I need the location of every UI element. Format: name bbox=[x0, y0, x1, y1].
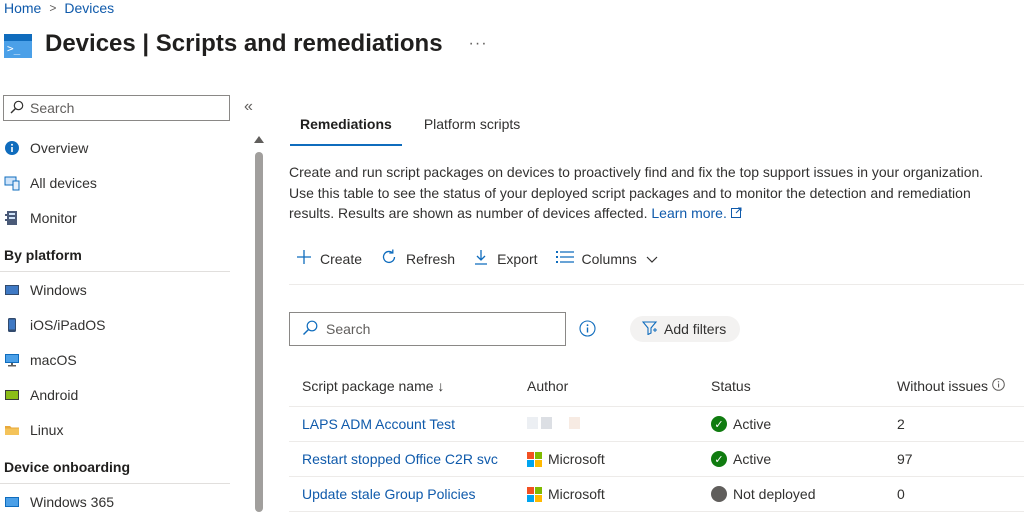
filter-icon bbox=[641, 320, 658, 338]
export-button[interactable]: Export bbox=[473, 249, 538, 268]
breadcrumb: Home > Devices bbox=[4, 0, 114, 16]
script-name-link[interactable]: LAPS ADM Account Test bbox=[289, 416, 527, 432]
sidebar-item-all-devices[interactable]: All devices bbox=[0, 165, 240, 200]
column-header-without-issues[interactable]: Without issues bbox=[895, 378, 1024, 394]
breadcrumb-separator: > bbox=[49, 1, 57, 15]
page-header: >_ Devices | Scripts and remediations ··… bbox=[4, 30, 488, 58]
checkmark-icon: ✓ bbox=[711, 416, 727, 432]
script-name-link[interactable]: Update stale Group Policies bbox=[289, 486, 527, 502]
page-description: Create and run script packages on device… bbox=[289, 164, 984, 221]
monitor-icon bbox=[4, 210, 20, 226]
sidebar-search-input[interactable] bbox=[30, 100, 220, 116]
download-icon bbox=[473, 249, 489, 268]
breadcrumb-home-link[interactable]: Home bbox=[4, 0, 41, 16]
add-filters-button[interactable]: Add filters bbox=[630, 316, 741, 342]
sidebar-scrollbar[interactable] bbox=[255, 152, 263, 512]
sidebar-search bbox=[3, 95, 230, 121]
list-icon bbox=[555, 250, 574, 267]
section-device-onboarding: Device onboarding bbox=[0, 451, 230, 484]
status-cell: ✓ Active bbox=[711, 451, 895, 467]
page-title: Devices | Scripts and remediations bbox=[45, 30, 443, 57]
author-cell: Microsoft bbox=[527, 451, 711, 467]
checkmark-icon: ✓ bbox=[711, 451, 727, 467]
tab-platform-scripts[interactable]: Platform scripts bbox=[414, 112, 530, 146]
status-cell: Not deployed bbox=[711, 486, 895, 502]
sidebar-item-linux[interactable]: Linux bbox=[0, 412, 240, 447]
desktop-icon bbox=[4, 352, 20, 368]
sidebar-item-ios[interactable]: iOS/iPadOS bbox=[0, 307, 240, 342]
sidebar-item-overview[interactable]: Overview bbox=[0, 130, 240, 165]
section-by-platform: By platform bbox=[0, 239, 230, 272]
columns-button[interactable]: Columns bbox=[555, 250, 659, 267]
column-header-author[interactable]: Author bbox=[527, 378, 711, 394]
redacted-author-avatar bbox=[527, 417, 580, 429]
sidebar-item-windows-365[interactable]: Windows 365 bbox=[0, 484, 240, 512]
phone-icon bbox=[4, 317, 20, 333]
microsoft-logo-icon bbox=[527, 451, 542, 467]
tab-remediations[interactable]: Remediations bbox=[290, 112, 402, 146]
author-cell bbox=[527, 416, 711, 432]
refresh-icon bbox=[380, 248, 398, 269]
sidebar-item-monitor[interactable]: Monitor bbox=[0, 200, 240, 235]
sidebar-item-macos[interactable]: macOS bbox=[0, 342, 240, 377]
not-deployed-icon bbox=[711, 486, 727, 502]
table-header-row: Script package name ↓ Author Status With… bbox=[289, 366, 1024, 407]
collapse-sidebar-button[interactable]: « bbox=[244, 98, 253, 116]
command-bar: Create Refresh Export Columns bbox=[296, 248, 659, 269]
external-link-icon bbox=[730, 205, 742, 221]
breadcrumb-devices-link[interactable]: Devices bbox=[64, 0, 114, 16]
learn-more-link[interactable]: Learn more. bbox=[651, 205, 742, 221]
table-row[interactable]: LAPS ADM Account Test ✓ Active 2 bbox=[289, 407, 1024, 442]
search-icon bbox=[10, 100, 24, 117]
android-device-icon bbox=[4, 387, 20, 403]
sidebar-item-windows[interactable]: Windows bbox=[0, 272, 240, 307]
folder-icon bbox=[4, 422, 20, 438]
script-packages-table: Script package name ↓ Author Status With… bbox=[289, 366, 1024, 512]
scroll-up-arrow[interactable] bbox=[254, 136, 264, 143]
without-issues-cell: 97 bbox=[897, 451, 913, 467]
author-cell: Microsoft bbox=[527, 486, 711, 502]
table-search-input[interactable] bbox=[326, 321, 556, 337]
microsoft-logo-icon bbox=[527, 486, 542, 502]
more-options-button[interactable]: ··· bbox=[469, 35, 488, 53]
plus-icon bbox=[296, 249, 312, 268]
without-issues-cell: 2 bbox=[897, 416, 905, 432]
terminal-icon: >_ bbox=[4, 34, 32, 58]
without-issues-cell: 0 bbox=[897, 486, 905, 502]
devices-icon bbox=[4, 175, 20, 191]
sidebar-nav: Overview All devices Monitor By platform… bbox=[0, 130, 240, 512]
refresh-button[interactable]: Refresh bbox=[380, 248, 455, 269]
table-row[interactable]: Restart stopped Office C2R svc Microsoft… bbox=[289, 442, 1024, 477]
script-name-link[interactable]: Restart stopped Office C2R svc bbox=[289, 451, 527, 467]
chevron-down-icon bbox=[645, 251, 659, 267]
tab-bar: Remediations Platform scripts bbox=[290, 112, 542, 146]
info-icon bbox=[992, 378, 1005, 394]
column-header-status[interactable]: Status bbox=[711, 378, 895, 394]
table-search bbox=[289, 312, 566, 346]
sidebar-item-android[interactable]: Android bbox=[0, 377, 240, 412]
command-bar-divider bbox=[289, 284, 1024, 285]
cloud-pc-icon bbox=[4, 494, 20, 510]
windows-device-icon bbox=[4, 282, 20, 298]
create-button[interactable]: Create bbox=[296, 249, 362, 268]
info-icon bbox=[4, 140, 20, 156]
table-row[interactable]: Update stale Group Policies Microsoft No… bbox=[289, 477, 1024, 512]
column-header-name[interactable]: Script package name ↓ bbox=[289, 378, 527, 394]
status-cell: ✓ Active bbox=[711, 416, 895, 432]
info-icon[interactable] bbox=[579, 320, 596, 342]
search-icon bbox=[302, 320, 318, 339]
